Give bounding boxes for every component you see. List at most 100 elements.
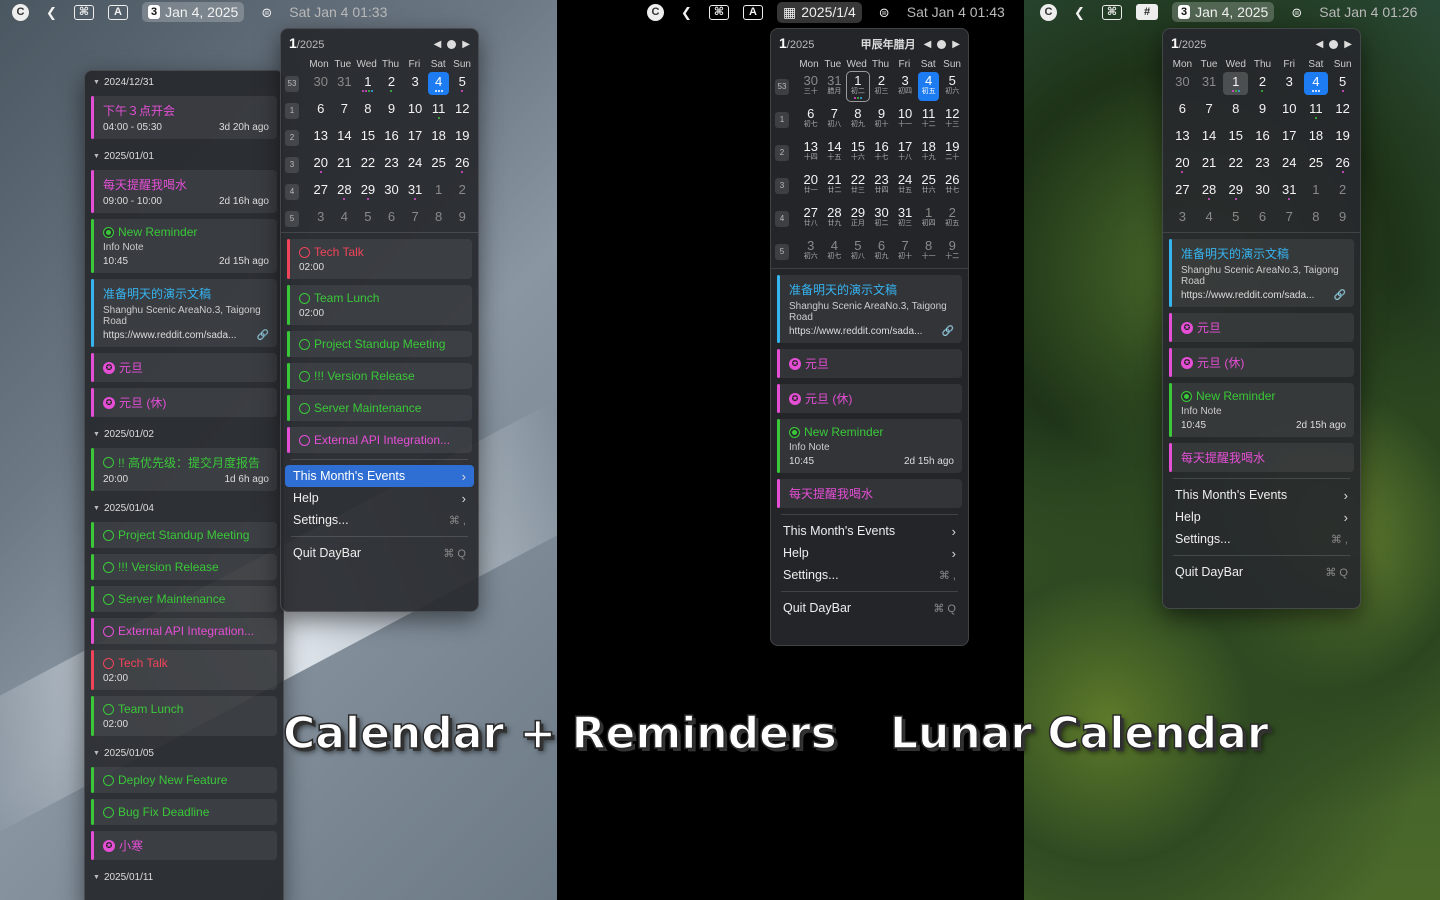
prev-month-icon[interactable]: ◀: [1316, 39, 1324, 50]
reminder-circle-icon[interactable]: [103, 657, 114, 669]
calendar-day[interactable]: 26 廿七: [941, 171, 963, 200]
event-item[interactable]: !!! Version Release: [91, 554, 277, 580]
calendar-day[interactable]: 4: [334, 207, 356, 230]
calendar-day[interactable]: 5: [1330, 72, 1355, 95]
calendar-day[interactable]: 6: [1170, 99, 1195, 122]
menubar-date-button[interactable]: ▦ 2025/1/4: [777, 1, 862, 23]
event-item[interactable]: 准备明天的演示文稿 Shanghu Scenic AreaNo.3, Taigon…: [91, 279, 277, 347]
calendar-day[interactable]: 24: [1277, 153, 1302, 176]
calendar-day[interactable]: 25: [428, 153, 450, 176]
calendar-day[interactable]: 2: [381, 72, 403, 95]
calendar-day[interactable]: 20: [1170, 153, 1195, 176]
toggle-icon[interactable]: ⊜: [876, 4, 893, 21]
calendar-day[interactable]: 7 初八: [824, 105, 846, 134]
calendar-day[interactable]: 3: [310, 207, 332, 230]
today-dot-button[interactable]: [1329, 39, 1339, 49]
calendar-day[interactable]: 31: [404, 180, 426, 203]
calendar-day[interactable]: 13: [310, 126, 332, 149]
event-item[interactable]: 准备明天的演示文稿 Shanghu Scenic AreaNo.3, Taigon…: [777, 275, 962, 343]
next-month-icon[interactable]: ▶: [462, 39, 470, 50]
calendar-day[interactable]: 25 廿六: [918, 171, 940, 200]
calendar-day[interactable]: 9: [451, 207, 473, 230]
calendar-day[interactable]: 2 初五: [941, 204, 963, 233]
calendar-day[interactable]: 4: [1303, 72, 1329, 95]
event-item[interactable]: 下午３点开会 04:00 - 05:30 3d 20h ago: [91, 96, 277, 139]
calendar-day[interactable]: 14: [1197, 126, 1222, 149]
calendar-day[interactable]: 28 廿九: [824, 204, 846, 233]
calendar-day[interactable]: 20 廿一: [800, 171, 822, 200]
calendar-day[interactable]: 11: [1304, 99, 1329, 122]
event-item[interactable]: !!! Version Release: [287, 363, 472, 389]
control-icon[interactable]: ⌘: [74, 4, 94, 20]
calendar-day[interactable]: 10: [1277, 99, 1302, 122]
reminder-circle-icon[interactable]: [299, 292, 310, 304]
calendar-day[interactable]: 6 初七: [800, 105, 822, 134]
reminder-circle-icon[interactable]: [299, 434, 310, 446]
event-item[interactable]: Tech Talk 02:00: [91, 650, 277, 690]
calendar-day[interactable]: 8: [1223, 99, 1248, 122]
calendar-day[interactable]: 8: [428, 207, 450, 230]
event-item[interactable]: 每天提醒我喝水: [1169, 443, 1354, 472]
reminder-circle-icon[interactable]: [103, 625, 114, 637]
calendar-day[interactable]: 30: [381, 180, 403, 203]
calendar-day[interactable]: 19: [451, 126, 473, 149]
calendar-day[interactable]: 12: [1330, 99, 1355, 122]
prev-month-icon[interactable]: ◀: [434, 39, 442, 50]
calendar-day[interactable]: 26: [1330, 153, 1355, 176]
reminder-circle-icon[interactable]: [1181, 390, 1192, 402]
calendar-day[interactable]: 9: [1330, 207, 1355, 230]
calendar-day[interactable]: 31: [1197, 72, 1222, 95]
menu-help[interactable]: Help ›: [775, 542, 964, 564]
calendar-day[interactable]: 2: [1250, 72, 1275, 95]
calendar-day[interactable]: 1: [1223, 72, 1249, 95]
calendar-day[interactable]: 29: [1223, 180, 1248, 203]
menu-help[interactable]: Help ›: [1167, 506, 1356, 528]
menu-this-months-events[interactable]: This Month's Events ›: [1167, 484, 1356, 506]
calendar-day[interactable]: 15: [357, 126, 379, 149]
calendar-day[interactable]: 27: [310, 180, 332, 203]
calendar-day[interactable]: 29 正月: [847, 204, 869, 233]
event-item[interactable]: 每天提醒我喝水 09:00 - 10:00 2d 16h ago: [91, 170, 277, 213]
menu-quit[interactable]: Quit DayBar ⌘ Q: [285, 542, 474, 564]
calendar-day[interactable]: 30: [1250, 180, 1275, 203]
calendar-day[interactable]: 24 廿五: [894, 171, 916, 200]
input-icon[interactable]: A: [743, 4, 763, 20]
calendar-day[interactable]: 1 初四: [918, 204, 940, 233]
calendar-day[interactable]: 16: [381, 126, 403, 149]
calendar-day[interactable]: 21: [334, 153, 356, 176]
prev-month-icon[interactable]: ◀: [924, 39, 932, 50]
event-item[interactable]: Project Standup Meeting: [91, 522, 277, 548]
input-icon[interactable]: A: [108, 4, 128, 20]
calendar-day[interactable]: 14 十五: [824, 138, 846, 167]
date-group-header[interactable]: ▼ 2025/01/02: [91, 423, 277, 442]
menu-settings[interactable]: Settings... ⌘ ,: [285, 509, 474, 531]
calendar-day[interactable]: 2: [1330, 180, 1355, 203]
calendar-day[interactable]: 9 初十: [871, 105, 893, 134]
calendar-day[interactable]: 27 廿八: [800, 204, 822, 233]
menu-help[interactable]: Help ›: [285, 487, 474, 509]
event-item[interactable]: Team Lunch 02:00: [91, 696, 277, 736]
back-icon[interactable]: ❮: [678, 4, 695, 21]
today-dot-button[interactable]: [937, 39, 947, 49]
reminder-circle-icon[interactable]: [299, 370, 310, 382]
menu-this-months-events[interactable]: This Month's Events ›: [285, 465, 474, 487]
calendar-day[interactable]: 31: [1277, 180, 1302, 203]
today-dot-button[interactable]: [447, 39, 457, 49]
calendar-day[interactable]: 18 十九: [918, 138, 940, 167]
event-item[interactable]: 每天提醒我喝水: [777, 479, 962, 508]
calendar-day[interactable]: 29: [357, 180, 379, 203]
calendar-day[interactable]: 9: [381, 99, 403, 122]
calendar-day[interactable]: 15: [1223, 126, 1248, 149]
calendar-day[interactable]: 5: [357, 207, 379, 230]
reminder-circle-icon[interactable]: [103, 774, 114, 786]
calendar-day[interactable]: 7: [1277, 207, 1302, 230]
event-item[interactable]: New Reminder Info Note 10:45 2d 15h ago: [1169, 383, 1354, 437]
control-icon[interactable]: ⌘: [709, 4, 729, 20]
calendar-day[interactable]: 10: [404, 99, 426, 122]
reminder-circle-icon[interactable]: [103, 593, 114, 605]
calendar-day[interactable]: 30: [310, 72, 332, 95]
calendar-day[interactable]: 21 廿二: [824, 171, 846, 200]
menu-quit[interactable]: Quit DayBar ⌘ Q: [1167, 561, 1356, 583]
calendar-day[interactable]: 1: [1304, 180, 1329, 203]
calendar-day[interactable]: 5 初八: [847, 237, 869, 266]
